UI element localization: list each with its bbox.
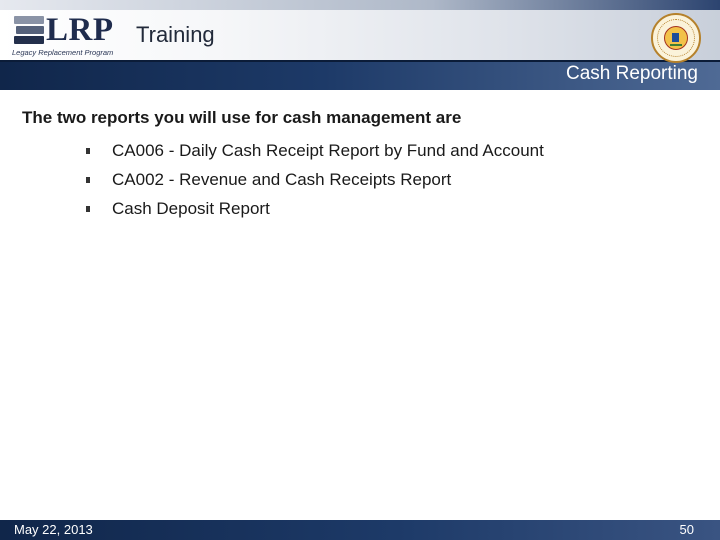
logo-caption: Legacy Replacement Program [12, 48, 114, 57]
list-item: Cash Deposit Report [86, 194, 544, 223]
logo-letters: LRP [46, 12, 114, 48]
square-bullet-icon [86, 148, 90, 154]
county-seal-icon [651, 13, 701, 63]
list-item-text: CA002 - Revenue and Cash Receipts Report [112, 169, 452, 189]
square-bullet-icon [86, 206, 90, 212]
slide-header: LRP Legacy Replacement Program Training … [0, 0, 720, 90]
list-item-text: CA006 - Daily Cash Receipt Report by Fun… [112, 140, 544, 160]
header-title: Training [136, 22, 215, 47]
section-title: Cash Reporting [565, 63, 698, 84]
square-bullet-icon [86, 177, 90, 183]
report-list: CA006 - Daily Cash Receipt Report by Fun… [86, 136, 544, 223]
header-divider [0, 60, 720, 62]
slide-content: The two reports you will use for cash ma… [0, 90, 720, 520]
list-item: CA002 - Revenue and Cash Receipts Report [86, 165, 544, 194]
list-item-text: Cash Deposit Report [112, 198, 270, 218]
list-item: CA006 - Daily Cash Receipt Report by Fun… [86, 136, 544, 165]
slide-footer: May 22, 2013 50 [0, 520, 720, 540]
book-stack-icon [14, 16, 44, 44]
page-number: 50 [679, 522, 694, 537]
lrp-logo: LRP Legacy Replacement Program [10, 12, 128, 58]
lead-text: The two reports you will use for cash ma… [22, 108, 462, 127]
footer-date: May 22, 2013 [14, 522, 93, 537]
header-top-stripe [0, 0, 720, 10]
